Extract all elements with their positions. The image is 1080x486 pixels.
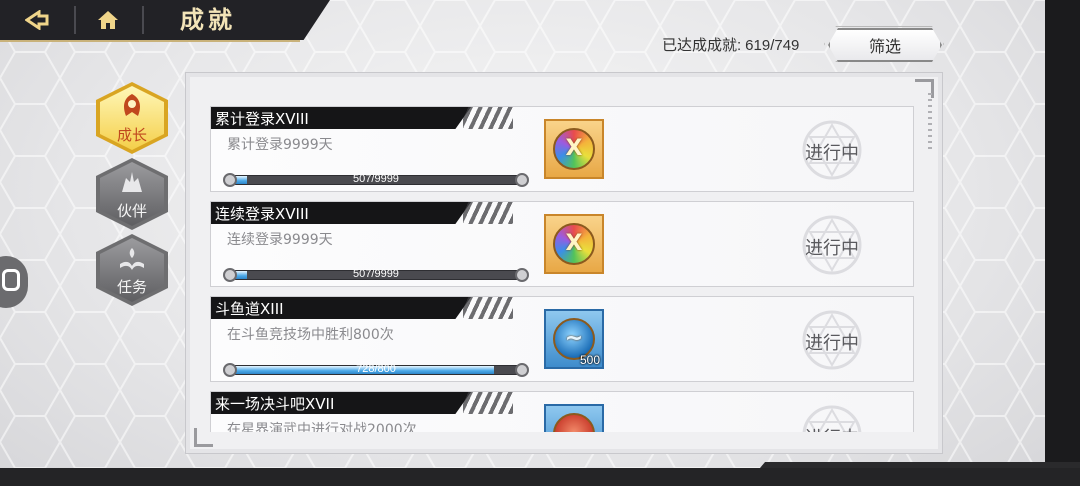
chat-icon (2, 269, 20, 291)
bottom-bar (0, 468, 1080, 486)
achievement-list[interactable]: 累计登录XVIII 累计登录9999天 507/9999 X 进行中 连续登录X… (210, 92, 916, 432)
status-badge: 进行中 (791, 119, 873, 181)
game-screen: 成就 已达成成就: 619/749 筛选 成长 伙伴 任务 累计登录XVIII … (0, 0, 1045, 486)
back-arrow-icon (25, 10, 49, 30)
reward-item[interactable]: X (544, 214, 604, 274)
header-divider (74, 6, 76, 34)
reward-item[interactable]: X (544, 119, 604, 179)
red-medal-icon (553, 413, 595, 432)
title-stripes (463, 107, 513, 129)
tab-label: 伙伴 (116, 202, 147, 220)
home-icon (98, 11, 118, 29)
header-gold-line (0, 40, 300, 42)
title-stripes (463, 297, 513, 319)
quest-book-icon (120, 248, 144, 270)
tab-label: 任务 (116, 278, 147, 296)
achievement-title: 累计登录XVIII (215, 110, 309, 128)
achievement-count-value: 619/749 (745, 37, 800, 54)
rainbow-x-medal-icon: X (553, 223, 595, 265)
tab-quest[interactable]: 任务 (96, 234, 168, 306)
achievement-description: 在星界演武中进行对战2000次 (227, 422, 417, 432)
achievement-description: 累计登录9999天 (227, 137, 333, 153)
status-badge: 进行中 (791, 214, 873, 276)
growth-emblem-icon (124, 94, 140, 116)
achievement-description: 在斗鱼竞技场中胜利800次 (227, 327, 394, 343)
status-badge: 进行中 (791, 404, 873, 432)
achievement-count-label: 已达成成就: (662, 37, 742, 54)
reward-quantity: 500 (579, 353, 600, 367)
achievement-card[interactable]: 斗鱼道XIII 在斗鱼竞技场中胜利800次 728/800 ~ 500 进行中 (210, 296, 914, 382)
status-text: 进行中 (805, 143, 859, 164)
achievement-count: 已达成成就: 619/749 (658, 34, 799, 55)
achievement-card[interactable]: 来一场决斗吧XVII 在星界演武中进行对战2000次 进行中 (210, 391, 914, 432)
progress-bar: 507/9999 (223, 172, 529, 188)
rainbow-x-medal-icon: X (553, 128, 595, 170)
achievement-title: 连续登录XVIII (215, 205, 309, 223)
achievement-title: 斗鱼道XIII (215, 300, 284, 318)
home-button[interactable] (84, 0, 132, 40)
achievement-card[interactable]: 累计登录XVIII 累计登录9999天 507/9999 X 进行中 (210, 106, 914, 192)
achievement-title: 来一场决斗吧XVII (215, 395, 335, 413)
progress-text: 507/9999 (353, 173, 399, 185)
header-divider (142, 6, 144, 34)
back-button[interactable] (14, 0, 60, 40)
progress-bar: 728/800 (223, 362, 529, 378)
tab-partner[interactable]: 伙伴 (96, 158, 168, 230)
tab-growth[interactable]: 成长 (96, 82, 168, 154)
tab-label: 成长 (116, 126, 147, 144)
progress-text: 728/800 (356, 363, 396, 375)
filter-button[interactable]: 筛选 (828, 28, 942, 62)
page-title: 成就 (180, 6, 236, 34)
status-text: 进行中 (805, 238, 859, 259)
partner-emblem-icon (122, 172, 142, 192)
achievement-card[interactable]: 连续登录XVIII 连续登录9999天 507/9999 X 进行中 (210, 201, 914, 287)
title-stripes (463, 392, 513, 414)
progress-bar: 507/9999 (223, 267, 529, 283)
status-badge: 进行中 (791, 309, 873, 371)
title-stripes (463, 202, 513, 224)
reward-item[interactable]: ~ 500 (544, 309, 604, 369)
progress-text: 507/9999 (353, 268, 399, 280)
scrollbar[interactable] (928, 93, 932, 153)
achievement-description: 连续登录9999天 (227, 232, 333, 248)
status-text: 进行中 (791, 424, 873, 432)
status-text: 进行中 (805, 333, 859, 354)
reward-item[interactable] (544, 404, 604, 432)
